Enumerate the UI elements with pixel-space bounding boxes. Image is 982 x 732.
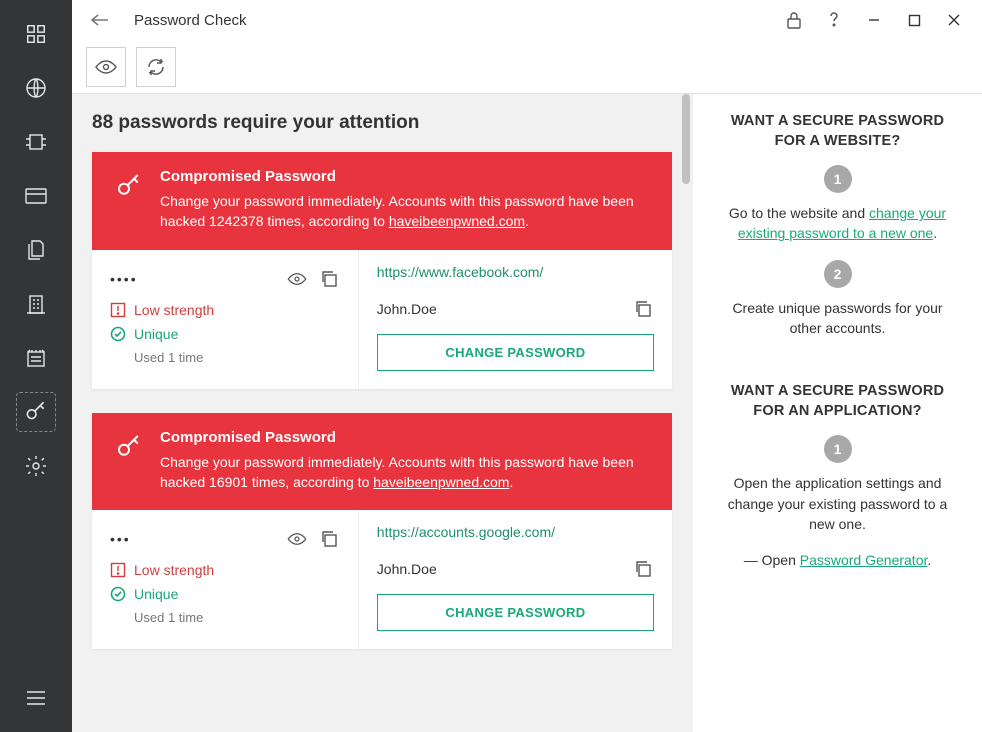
- copy-password-icon[interactable]: [318, 528, 340, 550]
- account-username: John.Doe: [377, 301, 437, 317]
- password-card: Compromised Password Change your passwor…: [92, 152, 672, 389]
- step-badge: 1: [824, 165, 852, 193]
- password-card: Compromised Password Change your passwor…: [92, 413, 672, 650]
- unique-status: Unique: [110, 586, 340, 602]
- password-generator-link[interactable]: Password Generator: [800, 552, 928, 568]
- copy-username-icon[interactable]: [632, 298, 654, 320]
- tips-hint: — Open Password Generator.: [715, 550, 960, 570]
- nav-dashboard[interactable]: [16, 14, 56, 54]
- card-header: Compromised Password Change your passwor…: [92, 152, 672, 250]
- summary-heading: 88 passwords require your attention: [92, 112, 672, 134]
- maximize-button[interactable]: [894, 4, 934, 36]
- hibp-link[interactable]: haveibeenpwned.com: [389, 213, 525, 229]
- lock-icon[interactable]: [774, 4, 814, 36]
- hibp-link[interactable]: haveibeenpwned.com: [373, 474, 509, 490]
- nav-settings[interactable]: [16, 446, 56, 486]
- toolbar: [72, 40, 982, 94]
- key-alert-icon: [112, 429, 146, 493]
- help-icon[interactable]: [814, 4, 854, 36]
- nav-notes[interactable]: [16, 338, 56, 378]
- account-url[interactable]: https://www.facebook.com/: [377, 264, 654, 280]
- nav-device[interactable]: [16, 122, 56, 162]
- change-password-button[interactable]: CHANGE PASSWORD: [377, 594, 654, 631]
- reveal-password-icon[interactable]: [286, 268, 308, 290]
- masked-password: •••: [110, 531, 131, 547]
- nav-menu[interactable]: [16, 678, 56, 718]
- step-badge: 1: [824, 435, 852, 463]
- account-url[interactable]: https://accounts.google.com/: [377, 524, 654, 540]
- copy-username-icon[interactable]: [632, 558, 654, 580]
- back-button[interactable]: [84, 4, 116, 36]
- nav-documents[interactable]: [16, 230, 56, 270]
- tips-step: 1 Open the application settings and chan…: [715, 435, 960, 534]
- tips-title-application: WANT A SECURE PASSWORD FOR AN APPLICATIO…: [715, 382, 960, 421]
- masked-password: ••••: [110, 271, 138, 287]
- key-alert-icon: [112, 168, 146, 232]
- nav-building[interactable]: [16, 284, 56, 324]
- tips-panel: WANT A SECURE PASSWORD FOR A WEBSITE? 1 …: [692, 94, 982, 732]
- nav-card[interactable]: [16, 176, 56, 216]
- copy-password-icon[interactable]: [318, 268, 340, 290]
- used-count: Used 1 time: [134, 350, 340, 365]
- step-badge: 2: [824, 260, 852, 288]
- tips-step: 2 Create unique passwords for your other…: [715, 260, 960, 339]
- unique-status: Unique: [110, 326, 340, 342]
- change-password-button[interactable]: CHANGE PASSWORD: [377, 334, 654, 371]
- sidebar: [0, 0, 72, 732]
- tips-step: 1 Go to the website and change your exis…: [715, 165, 960, 244]
- titlebar: Password Check: [72, 0, 982, 40]
- strength-status: Low strength: [110, 562, 340, 578]
- reveal-password-icon[interactable]: [286, 528, 308, 550]
- nav-password-check[interactable]: [16, 392, 56, 432]
- card-title: Compromised Password: [160, 429, 652, 446]
- reveal-all-button[interactable]: [86, 47, 126, 87]
- card-description: Change your password immediately. Accoun…: [160, 452, 652, 493]
- card-header: Compromised Password Change your passwor…: [92, 413, 672, 511]
- card-description: Change your password immediately. Accoun…: [160, 191, 652, 232]
- results-panel: 88 passwords require your attention Comp…: [72, 94, 692, 732]
- close-button[interactable]: [934, 4, 974, 36]
- tips-title-website: WANT A SECURE PASSWORD FOR A WEBSITE?: [715, 112, 960, 151]
- nav-web[interactable]: [16, 68, 56, 108]
- used-count: Used 1 time: [134, 610, 340, 625]
- minimize-button[interactable]: [854, 4, 894, 36]
- strength-status: Low strength: [110, 302, 340, 318]
- card-title: Compromised Password: [160, 168, 652, 185]
- account-username: John.Doe: [377, 561, 437, 577]
- scrollbar-thumb[interactable]: [682, 94, 690, 184]
- page-title: Password Check: [134, 12, 774, 29]
- refresh-button[interactable]: [136, 47, 176, 87]
